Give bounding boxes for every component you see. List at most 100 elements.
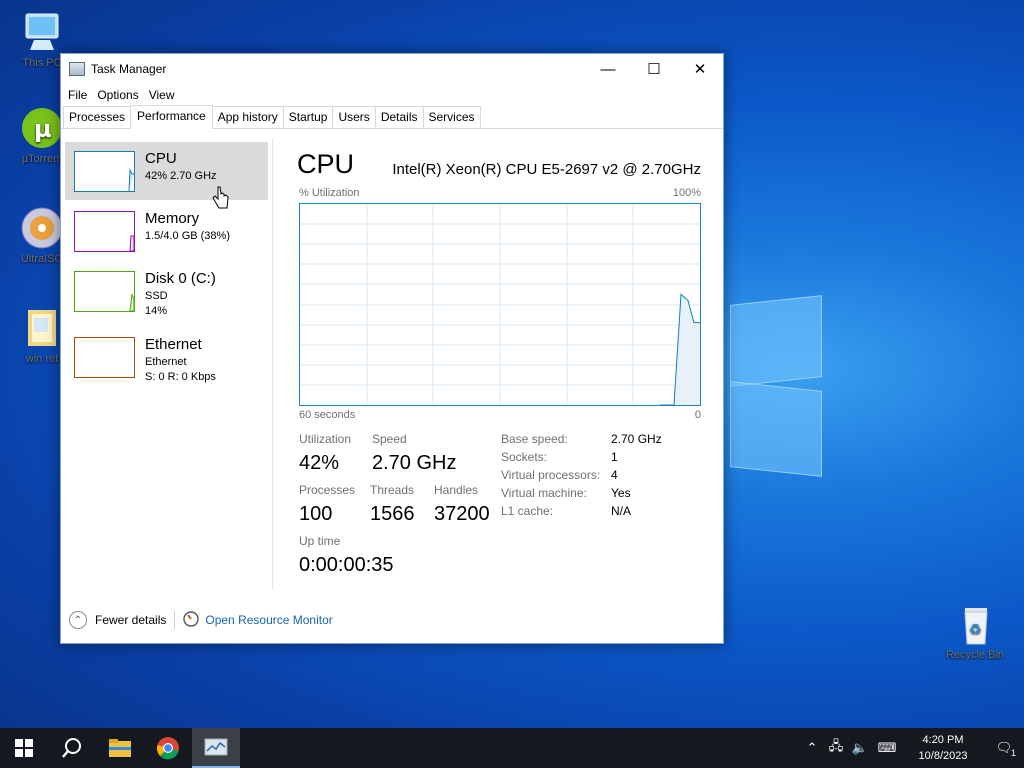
detail-value: N/A (611, 504, 632, 518)
processes-label: Processes (299, 483, 356, 497)
resource-monitor-icon (183, 610, 200, 630)
task-manager-taskbar-button[interactable] (192, 728, 240, 768)
close-button[interactable]: ✕ (677, 54, 723, 84)
processes-value: 100 (299, 503, 333, 525)
sidebar-item-detail: S: 0 R: 0 Kbps (145, 371, 216, 383)
sidebar-item-detail: 42% 2.70 GHz (145, 170, 217, 182)
divider (174, 611, 176, 629)
search-icon (62, 738, 81, 758)
task-manager-window: Task Manager — ☐ ✕ File Options View Pro… (60, 53, 724, 644)
cpu-panel: CPU Intel(R) Xeon(R) CPU E5-2697 v2 @ 2.… (297, 130, 707, 600)
chrome-button[interactable] (144, 728, 192, 768)
clock-time: 4:20 PM (922, 734, 964, 746)
sidebar-item-disk[interactable]: Disk 0 (C:) SSD 14% (65, 262, 268, 320)
chevron-up-icon[interactable]: ⌃ (800, 740, 824, 756)
notification-icon: 🗨 (995, 740, 1013, 755)
chevron-up-icon[interactable]: ⌃ (69, 611, 87, 629)
tab-users[interactable]: Users (332, 106, 376, 128)
detail-key: Sockets: (501, 450, 548, 464)
tab-processes[interactable]: Processes (63, 106, 132, 128)
detail-value: 1 (611, 450, 618, 464)
sidebar-item-detail: 14% (145, 305, 168, 317)
file-explorer-icon (109, 739, 131, 757)
notifications-button[interactable]: 🗨 1 (984, 740, 1024, 758)
graph-x-right-label: 0 (694, 409, 701, 421)
tab-details[interactable]: Details (374, 106, 424, 128)
cpu-utilization-graph (299, 203, 701, 406)
sidebar-item-label: Memory (145, 210, 200, 227)
folder-icon (20, 306, 64, 350)
clock[interactable]: 4:20 PM 10/8/2023 (902, 732, 984, 764)
desktop-icon-recycle-bin[interactable]: ♻ Recycle Bin (943, 602, 1007, 661)
detail-key: Virtual processors: (501, 468, 601, 482)
task-manager-icon (69, 62, 85, 76)
minimize-button[interactable]: — (585, 54, 631, 84)
wallpaper-windows-logo (730, 290, 822, 480)
recycle-bin-icon: ♻ (953, 602, 997, 646)
chrome-icon (156, 737, 179, 760)
detail-key: Virtual machine: (501, 486, 587, 500)
open-resource-monitor-link[interactable]: Open Resource Monitor (205, 613, 332, 627)
performance-sidebar: CPU 42% 2.70 GHz Memory 1.5/4.0 GB (38%)… (61, 138, 273, 590)
threads-value: 1566 (370, 503, 415, 525)
footer: ⌃ Fewer details Open Resource Monitor (61, 597, 723, 643)
menu-options[interactable]: Options (92, 88, 143, 102)
uptime-value: 0:00:00:35 (299, 554, 394, 576)
sidebar-item-label: Disk 0 (C:) (145, 270, 216, 287)
menu-file[interactable]: File (63, 88, 92, 102)
file-explorer-button[interactable] (96, 728, 144, 768)
start-button[interactable] (0, 728, 48, 768)
sidebar-item-ethernet[interactable]: Ethernet Ethernet S: 0 R: 0 Kbps (65, 328, 268, 386)
notification-count: 1 (1010, 748, 1016, 758)
desktop-icon-label: Recycle Bin (945, 649, 1005, 661)
keyboard-icon[interactable]: ⌨ (872, 740, 902, 756)
task-manager-icon (204, 738, 228, 756)
this-pc-icon (20, 10, 64, 54)
system-tray: ⌃ 🖧 🔈 ⌨ 4:20 PM 10/8/2023 🗨 1 (800, 728, 1024, 768)
svg-text:♻: ♻ (969, 622, 982, 638)
sidebar-item-label: CPU (145, 150, 177, 167)
window-title: Task Manager (91, 62, 167, 76)
sidebar-item-cpu[interactable]: CPU 42% 2.70 GHz (65, 142, 268, 200)
maximize-button[interactable]: ☐ (631, 54, 677, 84)
menu-bar: File Options View (61, 84, 723, 106)
ethernet-mini-graph (74, 337, 135, 378)
tab-services[interactable]: Services (422, 106, 481, 128)
tab-app-history[interactable]: App history (211, 106, 284, 128)
cpu-model: Intel(R) Xeon(R) CPU E5-2697 v2 @ 2.70GH… (392, 161, 701, 178)
handles-value: 37200 (434, 503, 490, 525)
page-title: CPU (297, 149, 355, 179)
detail-value: Yes (611, 486, 631, 500)
windows-start-icon (15, 739, 33, 757)
sidebar-item-label: Ethernet (145, 336, 202, 353)
speed-value: 2.70 GHz (372, 452, 457, 474)
search-button[interactable] (48, 728, 96, 768)
utorrent-icon: µ (20, 106, 64, 150)
sidebar-item-memory[interactable]: Memory 1.5/4.0 GB (38%) (65, 202, 268, 260)
tab-bar: Processes Performance App history Startu… (61, 105, 723, 129)
hand-cursor-icon (212, 186, 229, 209)
cpu-mini-graph (74, 151, 135, 192)
sidebar-item-detail: Ethernet (145, 356, 187, 368)
svg-text:µ: µ (34, 115, 52, 143)
threads-label: Threads (370, 483, 415, 497)
utilization-label: Utilization (299, 432, 352, 446)
sidebar-item-detail: SSD (145, 290, 168, 302)
desktop-icon-this-pc[interactable]: This PC (10, 10, 74, 69)
volume-muted-icon[interactable]: 🔈 (848, 740, 872, 756)
fewer-details-button[interactable]: Fewer details (95, 613, 166, 627)
taskbar: ⌃ 🖧 🔈 ⌨ 4:20 PM 10/8/2023 🗨 1 (0, 728, 1024, 768)
network-icon[interactable]: 🖧 (824, 737, 848, 759)
handles-label: Handles (434, 483, 479, 497)
tab-performance[interactable]: Performance (130, 105, 213, 129)
graph-x-left-label: 60 seconds (299, 409, 356, 421)
detail-key: L1 cache: (501, 504, 554, 518)
uptime-label: Up time (299, 534, 341, 548)
tab-startup[interactable]: Startup (282, 106, 334, 128)
detail-key: Base speed: (501, 432, 568, 446)
menu-view[interactable]: View (144, 88, 180, 102)
title-bar[interactable]: Task Manager — ☐ ✕ (61, 54, 723, 84)
memory-mini-graph (74, 211, 135, 252)
speed-label: Speed (372, 432, 407, 446)
utilization-value: 42% (299, 452, 340, 474)
